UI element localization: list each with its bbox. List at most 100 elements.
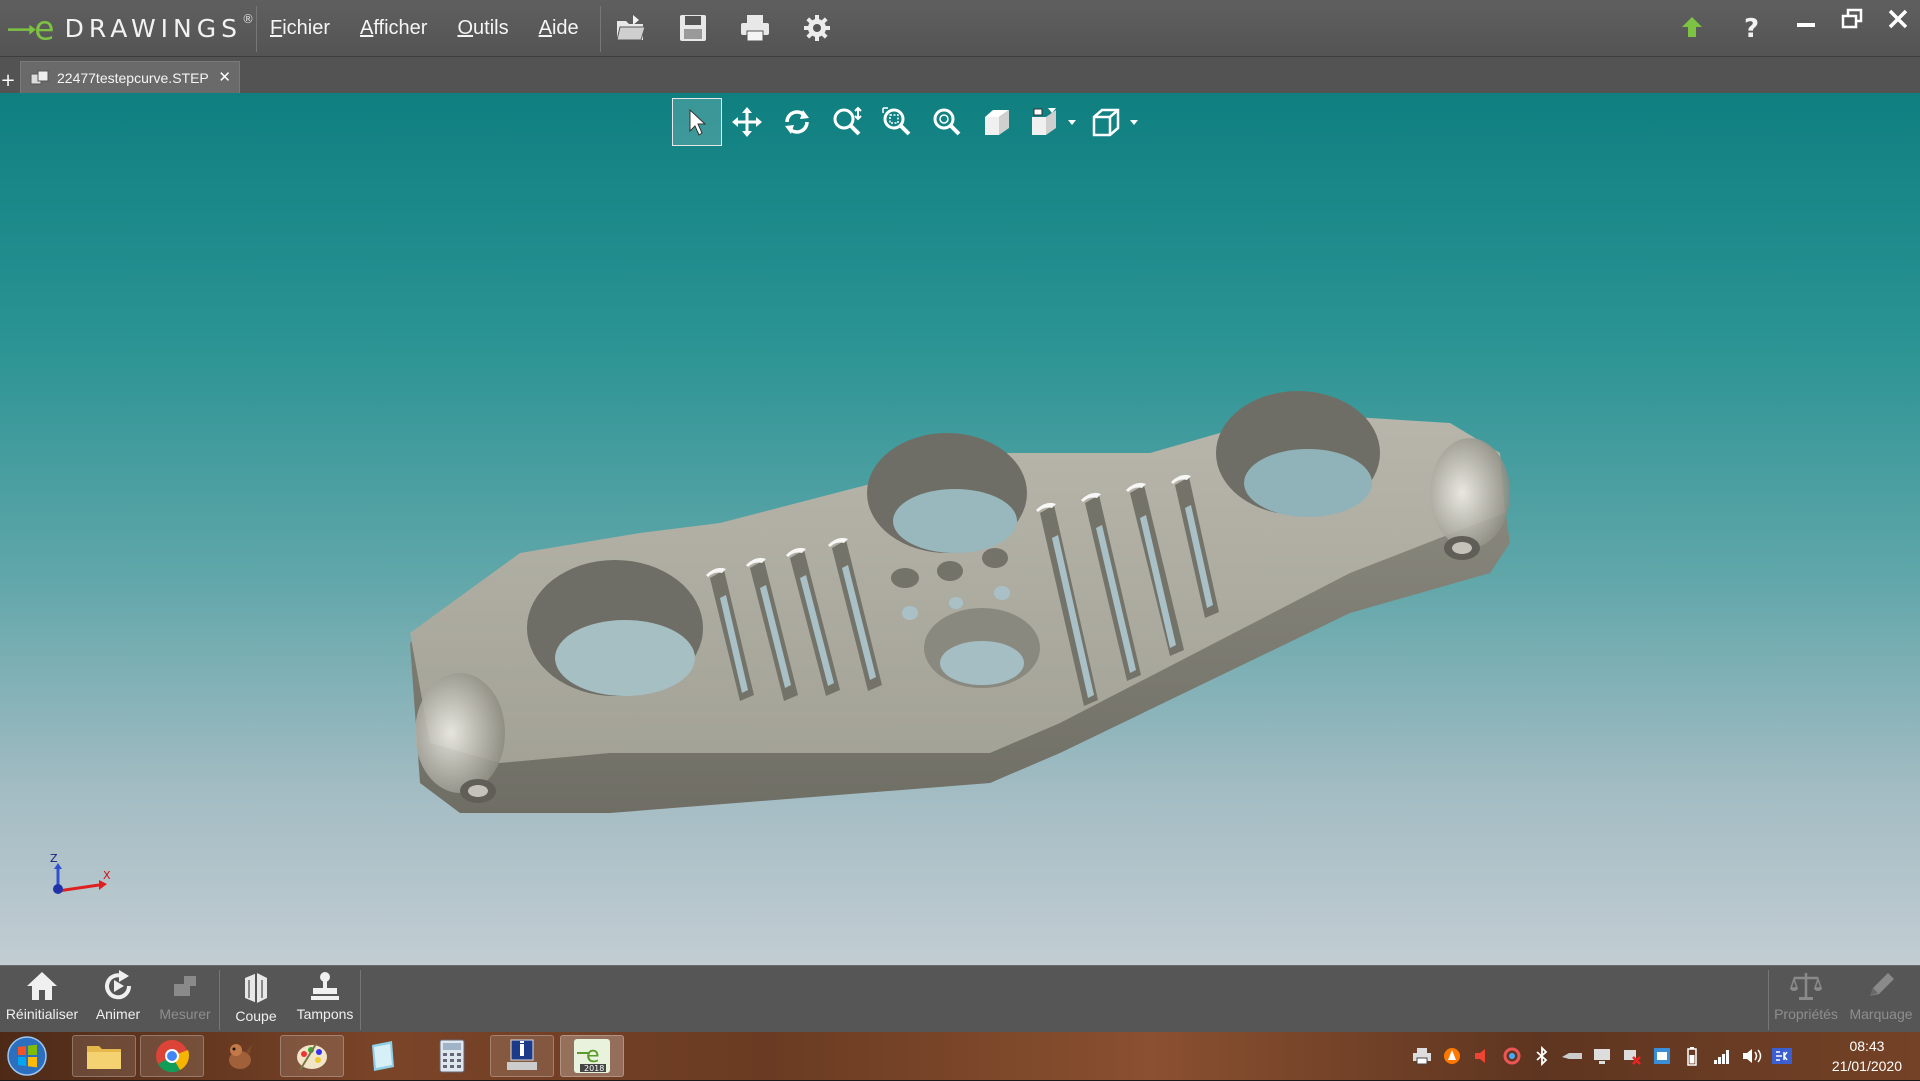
standard-views-dropdown[interactable]	[1066, 98, 1078, 146]
update-arrow-icon	[1682, 17, 1702, 37]
tab-label: 22477testepcurve.STEP	[57, 69, 209, 86]
tray-usb[interactable]	[1560, 1044, 1584, 1068]
display-style-dropdown[interactable]	[1128, 98, 1140, 146]
taskbar-chrome[interactable]	[140, 1035, 204, 1077]
tray-sync[interactable]	[1500, 1044, 1524, 1068]
home-icon	[27, 972, 57, 1000]
pencil-icon	[1870, 973, 1894, 996]
new-tab-button[interactable]: +	[0, 71, 16, 91]
update-button[interactable]	[1670, 10, 1714, 44]
tray-language[interactable]	[1770, 1044, 1794, 1068]
windows-logo-icon	[7, 1036, 47, 1076]
axis-label-x: X	[103, 869, 111, 882]
3d-model-part[interactable]	[390, 313, 1540, 837]
taskbar-info-app[interactable]	[490, 1035, 554, 1077]
minimize-button[interactable]	[1784, 2, 1828, 36]
start-button[interactable]	[6, 1035, 48, 1077]
tray-antivirus[interactable]	[1440, 1044, 1464, 1068]
divider	[360, 970, 361, 1030]
properties-button[interactable]: Propriétés	[1770, 970, 1842, 1030]
rotate-button[interactable]	[772, 98, 822, 146]
taskbar-clock[interactable]: 08:43 21/01/2020	[1832, 1036, 1902, 1076]
language-bar-icon	[1772, 1048, 1792, 1064]
section-button[interactable]: Coupe	[222, 970, 290, 1030]
taskbar-notepad[interactable]	[350, 1035, 414, 1077]
tray-updates[interactable]	[1650, 1044, 1674, 1068]
select-button[interactable]	[672, 98, 722, 146]
open-file-icon	[616, 15, 646, 41]
tray-network-error[interactable]	[1620, 1044, 1644, 1068]
tray-sound-app[interactable]	[1470, 1044, 1494, 1068]
animate-icon	[105, 970, 132, 1000]
animate-button[interactable]: Animer	[84, 970, 152, 1030]
chevron-down-icon	[1068, 120, 1076, 125]
sync-icon	[1503, 1047, 1521, 1065]
pan-button[interactable]	[722, 98, 772, 146]
tray-bluetooth[interactable]	[1530, 1044, 1554, 1068]
restore-button[interactable]	[1830, 2, 1874, 36]
axis-label-z: Z	[50, 853, 58, 865]
zoom-icon	[933, 108, 961, 136]
zoom-to-area-button[interactable]	[872, 98, 922, 146]
taskbar-paint[interactable]	[280, 1035, 344, 1077]
menu-fichier[interactable]: Fichier	[270, 17, 330, 40]
tray-printer[interactable]	[1410, 1044, 1434, 1068]
tab-close-button[interactable]: ✕	[218, 68, 231, 86]
taskbar-file-explorer[interactable]	[72, 1035, 136, 1077]
display-style-icon	[1092, 108, 1120, 137]
logo-word: DRAWINGS	[64, 13, 242, 43]
trademark: ®	[242, 12, 254, 26]
stamp-icon	[311, 972, 339, 1000]
save-button[interactable]	[672, 8, 714, 48]
edrawings-logo: e DRAWINGS ®	[8, 4, 254, 52]
shaded-view-button[interactable]	[972, 98, 1022, 146]
volume-icon	[1743, 1049, 1762, 1063]
markup-button[interactable]: Marquage	[1844, 970, 1918, 1030]
tray-volume[interactable]	[1740, 1044, 1764, 1068]
3d-viewport[interactable]: Z X	[0, 93, 1920, 965]
bluetooth-icon	[1536, 1046, 1548, 1066]
measure-button[interactable]: Mesurer	[154, 970, 216, 1030]
menu-aide[interactable]: Aide	[539, 17, 579, 40]
tray-display[interactable]	[1590, 1044, 1614, 1068]
windows-taskbar: e 2018 08:43 21/01/2020	[0, 1032, 1920, 1080]
close-icon	[1888, 9, 1908, 29]
zoom-button[interactable]	[922, 98, 972, 146]
standard-views-icon	[1032, 108, 1056, 135]
system-tray	[1410, 1032, 1800, 1080]
tray-wifi[interactable]	[1710, 1044, 1734, 1068]
print-icon	[741, 15, 769, 42]
tray-battery[interactable]	[1680, 1044, 1704, 1068]
chevron-down-icon	[1130, 120, 1138, 125]
usb-drive-icon	[1562, 1053, 1582, 1059]
reset-button[interactable]: Réinitialiser	[2, 970, 82, 1030]
close-button[interactable]	[1876, 2, 1920, 36]
save-icon	[680, 15, 706, 41]
print-button[interactable]	[734, 8, 776, 48]
network-warning-icon	[1624, 1050, 1641, 1065]
clock-date: 21/01/2020	[1831, 1058, 1902, 1074]
divider	[256, 6, 257, 52]
menu-afficher[interactable]: Afficher	[360, 17, 427, 40]
signal-bars-icon	[1714, 1050, 1729, 1064]
help-button[interactable]: ?	[1730, 10, 1774, 44]
edrawings-window: e DRAWINGS ® Fichier Afficher Outils Aid…	[0, 0, 1920, 1080]
zoom-to-fit-icon	[833, 106, 862, 136]
zoom-to-fit-button[interactable]	[822, 98, 872, 146]
assembly-file-icon	[30, 70, 49, 84]
taskbar-calculator[interactable]	[420, 1035, 484, 1077]
menu-outils[interactable]: Outils	[457, 17, 508, 40]
open-button[interactable]	[610, 8, 652, 48]
zoom-to-area-icon	[882, 107, 911, 136]
display-style-button[interactable]	[1084, 98, 1128, 146]
settings-button[interactable]	[796, 8, 838, 48]
chrome-icon	[156, 1040, 190, 1073]
tab-22477testepcurve[interactable]: 22477testepcurve.STEP ✕	[20, 61, 240, 93]
taskbar-app-game[interactable]	[208, 1035, 272, 1077]
monitor-icon	[1594, 1049, 1610, 1064]
select-pointer-icon	[689, 108, 707, 136]
taskbar-edrawings[interactable]: e 2018	[560, 1035, 624, 1077]
standard-views-button[interactable]	[1022, 98, 1066, 146]
stamps-button[interactable]: Tampons	[292, 970, 358, 1030]
calculator-icon	[439, 1039, 465, 1073]
